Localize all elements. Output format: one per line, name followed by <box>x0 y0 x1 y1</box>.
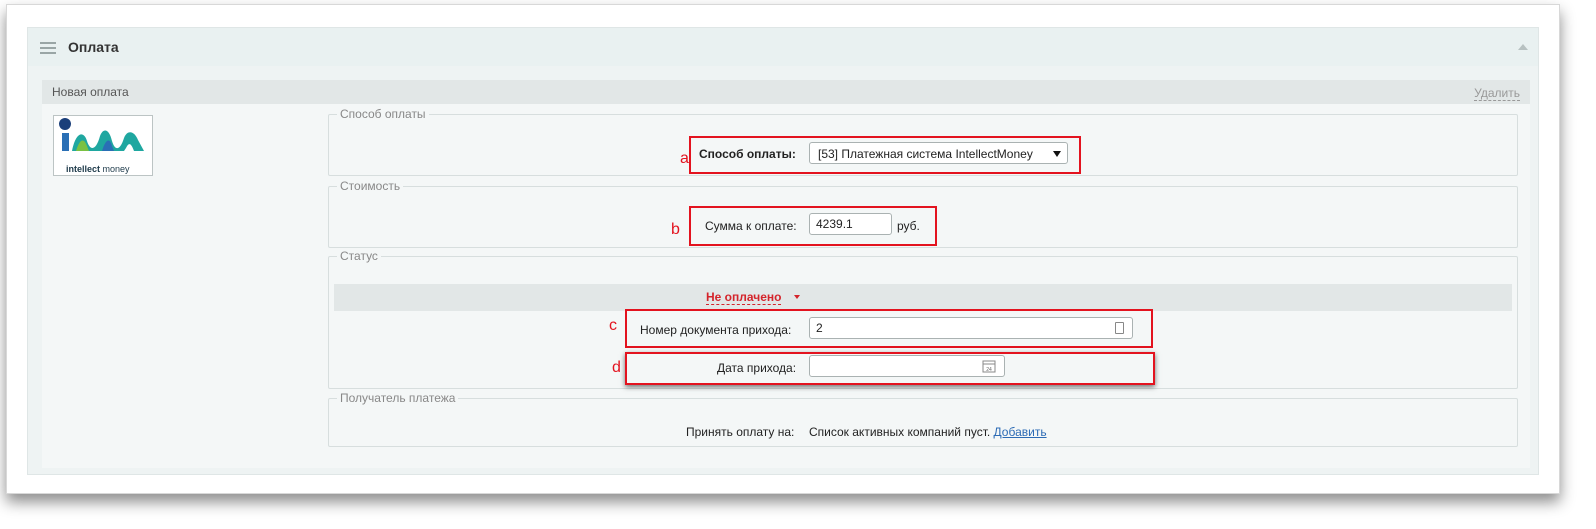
recipient-legend: Получатель платежа <box>337 391 459 405</box>
annotation-letter-b: b <box>671 221 680 238</box>
menu-icon[interactable] <box>40 42 56 54</box>
screenshot-frame: Оплата Новая оплата Удалить intellect mo… <box>6 4 1560 494</box>
panel-title: Оплата <box>68 39 119 55</box>
highlight-box-b <box>689 206 937 246</box>
cost-legend: Стоимость <box>337 179 404 193</box>
new-payment-title: Новая оплата <box>52 85 129 99</box>
status-caret-icon <box>794 295 800 299</box>
new-payment-header: Новая оплата Удалить <box>42 80 1530 104</box>
delete-link[interactable]: Удалить <box>1474 86 1520 101</box>
payment-status-dropdown[interactable]: Не оплачено <box>706 290 782 305</box>
highlight-box-a <box>689 136 1081 174</box>
status-legend: Статус <box>337 249 381 263</box>
add-company-link[interactable]: Добавить <box>994 425 1047 439</box>
recipient-empty-text: Список активных компаний пуст. <box>809 425 991 439</box>
highlight-box-d <box>625 352 1155 385</box>
recipient-text: Список активных компаний пуст. Добавить <box>809 425 1047 439</box>
annotation-letter-c: c <box>609 317 617 334</box>
collapse-icon[interactable] <box>1518 44 1528 50</box>
status-strip: Не оплачено <box>334 284 1512 311</box>
payment-panel: Оплата Новая оплата Удалить intellect mo… <box>27 27 1539 475</box>
annotation-letter-a: a <box>680 150 689 167</box>
intellectmoney-logo: intellect money <box>53 115 153 176</box>
recipient-fieldset: Получатель платежа Принять оплату на: Сп… <box>328 391 1518 447</box>
highlight-box-c <box>625 309 1153 348</box>
method-legend: Способ оплаты <box>337 107 429 121</box>
annotation-letter-d: d <box>612 359 621 376</box>
recipient-label: Принять оплату на: <box>686 425 795 439</box>
panel-header: Оплата <box>28 28 1538 66</box>
logo-wordmark: intellect money <box>66 164 130 174</box>
